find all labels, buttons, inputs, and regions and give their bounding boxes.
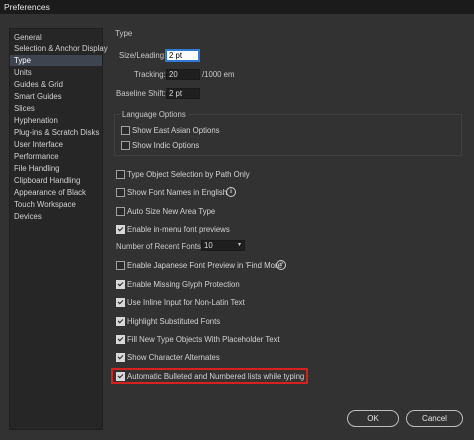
highlight-substituted-fonts-label: Highlight Substituted Fonts — [127, 317, 221, 326]
japanese-font-preview-checkbox[interactable] — [116, 261, 125, 270]
sidebar-item-hyphenation[interactable]: Hyphenation — [10, 115, 102, 126]
highlight-box — [111, 368, 308, 384]
sidebar-item-file-handling[interactable]: File Handling — [10, 163, 102, 174]
highlight-substituted-fonts-checkbox[interactable] — [116, 317, 125, 326]
inline-input-label: Use Inline Input for Non-Latin Text — [127, 298, 245, 307]
show-indic-label: Show Indic Options — [132, 141, 200, 150]
type-object-selection-label: Type Object Selection by Path Only — [127, 170, 250, 179]
placeholder-text-label: Fill New Type Objects With Placeholder T… — [127, 335, 280, 344]
placeholder-text-checkbox[interactable] — [116, 335, 125, 344]
tracking-field[interactable] — [166, 69, 200, 80]
size-leading-field[interactable] — [166, 50, 199, 61]
in-menu-font-previews-label: Enable in-menu font previews — [127, 225, 230, 234]
sidebar-item-devices[interactable]: Devices — [10, 211, 102, 222]
missing-glyph-protection-checkbox[interactable] — [116, 280, 125, 289]
inline-input-checkbox[interactable] — [116, 298, 125, 307]
baseline-shift-field[interactable] — [166, 88, 200, 99]
in-menu-font-previews-checkbox[interactable] — [116, 225, 125, 234]
sidebar-item-plugins-scratch-disks[interactable]: Plug-ins & Scratch Disks — [10, 127, 102, 138]
sidebar-item-performance[interactable]: Performance — [10, 151, 102, 162]
character-alternates-label: Show Character Alternates — [127, 353, 220, 362]
auto-size-area-type-label: Auto Size New Area Type — [127, 207, 216, 216]
window-title: Preferences — [0, 0, 474, 14]
info-icon[interactable]: i — [226, 187, 236, 197]
info-icon[interactable]: i — [276, 260, 286, 270]
section-heading: Type — [115, 29, 133, 38]
language-options-title: Language Options — [120, 110, 188, 119]
auto-size-area-type-checkbox[interactable] — [116, 207, 125, 216]
baseline-shift-label: Baseline Shift: — [116, 89, 166, 98]
sidebar-item-general[interactable]: General — [10, 32, 102, 43]
sidebar-item-user-interface[interactable]: User Interface — [10, 139, 102, 150]
cancel-button[interactable]: Cancel — [406, 410, 463, 427]
chevron-down-icon: ▾ — [237, 242, 241, 248]
character-alternates-checkbox[interactable] — [116, 353, 125, 362]
sidebar-item-selection-anchor-display[interactable]: Selection & Anchor Display — [10, 43, 108, 54]
show-east-asian-label: Show East Asian Options — [132, 126, 220, 135]
sidebar-item-slices[interactable]: Slices — [10, 103, 102, 114]
japanese-font-preview-label: Enable Japanese Font Preview in 'Find Mo… — [127, 261, 284, 270]
tracking-label: Tracking: — [134, 70, 166, 79]
show-east-asian-checkbox[interactable] — [121, 126, 130, 135]
type-object-selection-checkbox[interactable] — [116, 170, 125, 179]
size-leading-label: Size/Leading: — [119, 51, 167, 60]
tracking-unit: /1000 em — [202, 70, 235, 79]
font-names-english-label: Show Font Names in English — [127, 188, 228, 197]
sidebar-item-guides-grid[interactable]: Guides & Grid — [10, 79, 102, 90]
sidebar-item-touch-workspace[interactable]: Touch Workspace — [10, 199, 102, 210]
sidebar-item-type[interactable]: Type — [10, 55, 102, 66]
font-names-english-checkbox[interactable] — [116, 188, 125, 197]
recent-fonts-value: 10 — [204, 241, 213, 250]
missing-glyph-protection-label: Enable Missing Glyph Protection — [127, 280, 240, 289]
sidebar-item-units[interactable]: Units — [10, 67, 102, 78]
sidebar-item-clipboard-handling[interactable]: Clipboard Handling — [10, 175, 102, 186]
ok-button[interactable]: OK — [347, 410, 399, 427]
sidebar-item-smart-guides[interactable]: Smart Guides — [10, 91, 102, 102]
recent-fonts-label: Number of Recent Fonts: — [116, 242, 204, 251]
preferences-sidebar: General Selection & Anchor Display Type … — [9, 28, 108, 430]
sidebar-item-appearance-of-black[interactable]: Appearance of Black — [10, 187, 102, 198]
recent-fonts-select[interactable]: 10 ▾ — [201, 240, 245, 251]
show-indic-checkbox[interactable] — [121, 141, 130, 150]
